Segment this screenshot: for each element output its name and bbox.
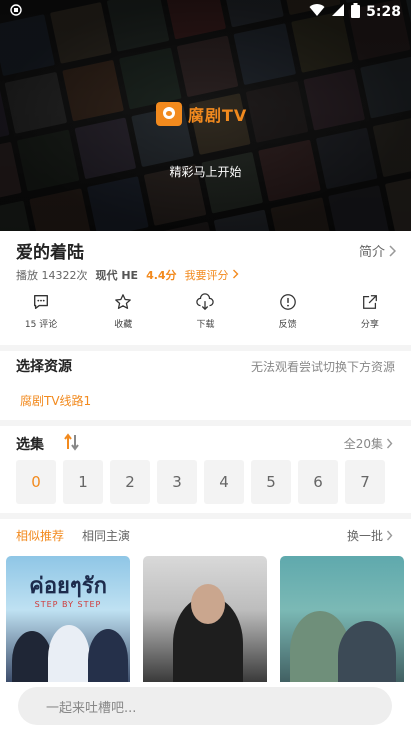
- show-title: 爱的着陆: [16, 243, 84, 263]
- tab-same-cast[interactable]: 相同主演: [82, 527, 130, 544]
- comment-bar: 一起来吐槽吧...: [0, 682, 411, 730]
- recommend-poster[interactable]: [280, 556, 404, 691]
- chevron-right-icon: [233, 269, 239, 279]
- battery-icon: [351, 2, 361, 22]
- video-player[interactable]: 5:28 腐剧TV 精彩马上开始: [0, 0, 411, 231]
- source-note: 无法观看尝试切换下方资源: [250, 360, 395, 374]
- refresh-button[interactable]: 换一批: [347, 527, 393, 544]
- share-icon: [362, 295, 377, 309]
- chevron-right-icon: [386, 530, 393, 541]
- action-bar: 15 评论 收藏 下载 反馈 分享: [0, 293, 411, 343]
- recommend-tabs: 相似推荐 相同主演: [16, 527, 130, 544]
- all-episodes-button[interactable]: 全20集: [344, 435, 393, 452]
- download-icon: [196, 293, 215, 311]
- recommend-poster[interactable]: [143, 556, 267, 691]
- poster-subtitle: STEP BY STEP: [34, 600, 102, 609]
- app-status-icon: [10, 4, 22, 20]
- episode-button[interactable]: 2: [110, 460, 150, 504]
- favorite-button[interactable]: 收藏: [93, 293, 153, 343]
- wifi-icon: [309, 3, 325, 21]
- source-line-1[interactable]: 腐剧TV线路1: [20, 392, 91, 409]
- play-count: 播放 14322次: [16, 269, 88, 282]
- episode-button[interactable]: 5: [251, 460, 291, 504]
- download-button[interactable]: 下载: [175, 293, 235, 343]
- logo-icon: [156, 102, 182, 126]
- recommend-poster[interactable]: ค่อยๆรัก STEP BY STEP: [6, 556, 130, 691]
- chevron-right-icon: [389, 244, 396, 257]
- section-divider: [0, 513, 411, 519]
- show-score: 4.4分: [146, 269, 177, 282]
- show-meta: 播放 14322次 现代 HE 4.4分 我要评分: [16, 267, 239, 283]
- comment-icon: [34, 295, 49, 309]
- intro-button[interactable]: 简介: [359, 241, 396, 260]
- episode-button[interactable]: 6: [298, 460, 338, 504]
- status-bar: 5:28: [0, 0, 411, 24]
- episode-button[interactable]: 4: [204, 460, 244, 504]
- feedback-icon: [279, 294, 296, 310]
- recommend-posters: ค่อยๆรัก STEP BY STEP: [6, 556, 404, 691]
- source-title: 选择资源: [16, 359, 72, 375]
- sort-icon[interactable]: [63, 433, 81, 451]
- episode-button[interactable]: 1: [63, 460, 103, 504]
- episode-list: 0 1 2 3 4 5 6 7: [16, 460, 385, 504]
- episode-button[interactable]: 0: [16, 460, 56, 504]
- section-divider: [0, 345, 411, 351]
- show-type: 现代 HE: [95, 269, 139, 282]
- signal-icon: [331, 3, 345, 21]
- share-button[interactable]: 分享: [340, 293, 400, 343]
- poster-title: ค่อยๆรัก: [29, 573, 107, 599]
- chevron-right-icon: [386, 438, 393, 449]
- comment-button[interactable]: 15 评论: [11, 293, 71, 343]
- comment-input[interactable]: 一起来吐槽吧...: [18, 687, 392, 725]
- brand-logo: 腐剧TV: [156, 102, 247, 126]
- star-icon: [115, 294, 132, 309]
- title-row: 爱的着陆 简介: [16, 238, 396, 263]
- feedback-button[interactable]: 反馈: [258, 293, 318, 343]
- rate-button[interactable]: 我要评分: [185, 267, 240, 283]
- episode-button[interactable]: 7: [345, 460, 385, 504]
- section-divider: [0, 420, 411, 426]
- clock: 5:28: [366, 4, 401, 20]
- player-caption: 精彩马上开始: [169, 165, 242, 179]
- episode-button[interactable]: 3: [157, 460, 197, 504]
- episodes-title: 选集: [16, 437, 44, 453]
- tab-similar[interactable]: 相似推荐: [16, 527, 64, 544]
